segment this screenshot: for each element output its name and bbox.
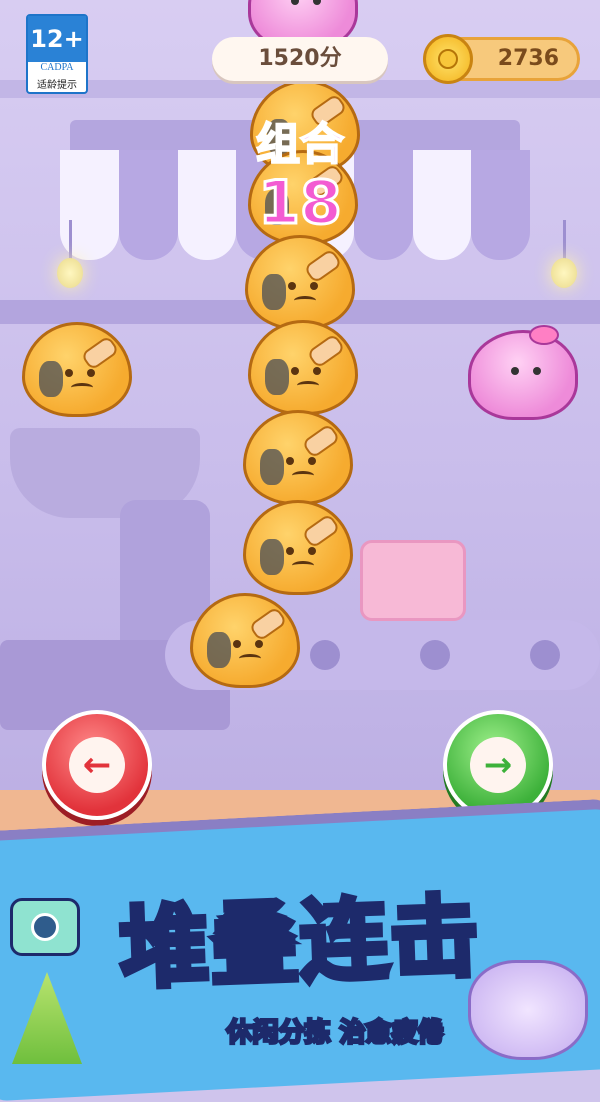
lamp-cord	[69, 220, 72, 260]
combo-count: 18	[257, 167, 344, 240]
banner-title: 堆叠连击	[116, 882, 485, 1004]
basket	[360, 540, 466, 621]
conveyor-wheel	[310, 640, 340, 670]
age-rating-number: 12+	[28, 16, 86, 62]
light-bulb-icon	[551, 258, 577, 288]
lamp-cord	[563, 220, 566, 260]
age-rating-badge: 12+ CADPA 适龄提示	[26, 14, 88, 94]
move-left-button[interactable]: ←	[42, 710, 152, 820]
light-bulb-icon	[57, 258, 83, 288]
banner-subtitle: 休闲分拣 治愈疲倦	[225, 1017, 445, 1050]
coin-icon	[423, 34, 473, 84]
pink-blob-character	[468, 325, 578, 420]
score-display: 1520分	[212, 37, 388, 81]
conveyor-wheel	[420, 640, 450, 670]
conveyor-wheel	[530, 640, 560, 670]
age-rating-org: CADPA	[40, 62, 74, 73]
arrow-left-icon: ←	[69, 737, 125, 793]
age-rating-caption: 适龄提示	[37, 80, 77, 91]
arrow-right-icon: →	[470, 737, 526, 793]
combo-label: 组合	[255, 118, 345, 171]
